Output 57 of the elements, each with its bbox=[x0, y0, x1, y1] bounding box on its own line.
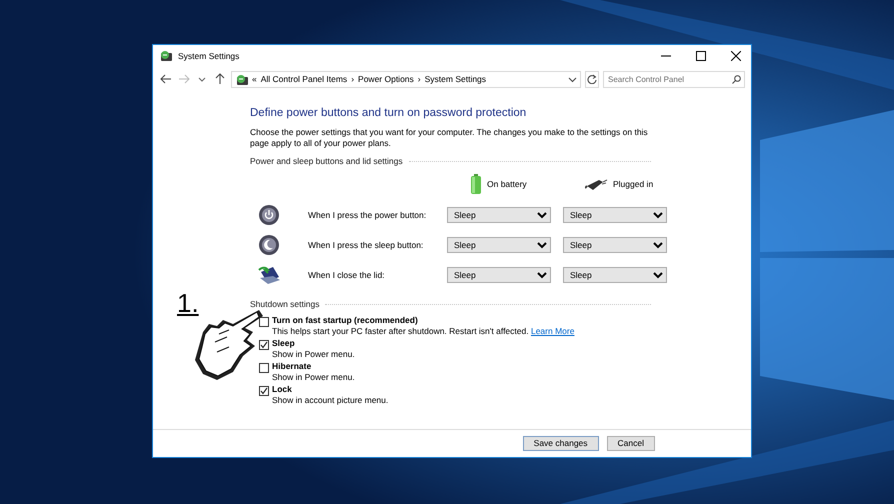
cancel-button[interactable]: Cancel bbox=[606, 436, 655, 451]
window-title: System Settings bbox=[178, 50, 240, 62]
column-header: Plugged in bbox=[613, 178, 654, 190]
refresh-icon bbox=[587, 74, 597, 84]
refresh-button[interactable] bbox=[585, 70, 599, 88]
learn-more-link[interactable]: Learn More bbox=[530, 326, 574, 336]
action-dropdown[interactable]: Sleep bbox=[447, 267, 551, 284]
checkbox[interactable] bbox=[259, 386, 269, 396]
breadcrumb-item[interactable]: System Settings bbox=[424, 72, 486, 86]
control-panel-icon bbox=[159, 49, 173, 63]
option-description: This helps start your PC faster after shutdown. Restart isn't affected. Learn More bbox=[272, 326, 574, 337]
power-icon bbox=[258, 204, 280, 226]
checkmark-icon bbox=[260, 340, 268, 349]
breadcrumb-separator: › bbox=[351, 72, 354, 86]
maximize-icon bbox=[696, 51, 706, 61]
control-panel-icon bbox=[235, 72, 248, 86]
laptop-icon bbox=[258, 264, 280, 286]
search-icon bbox=[732, 74, 741, 84]
option-description: Show in account picture menu. bbox=[272, 395, 388, 406]
step-number: 1. bbox=[177, 290, 199, 316]
option-label: Sleep bbox=[272, 338, 296, 349]
checkmark-icon bbox=[260, 387, 268, 396]
option-label: Lock bbox=[272, 384, 293, 396]
breadcrumb-overflow[interactable]: « bbox=[252, 72, 257, 86]
save-button[interactable]: Save changes bbox=[522, 436, 599, 451]
section-title: Power and sleep buttons and lid settings bbox=[250, 155, 403, 168]
action-dropdown[interactable]: Sleep bbox=[563, 237, 667, 254]
checkbox[interactable] bbox=[259, 340, 269, 350]
back-button[interactable] bbox=[159, 72, 173, 86]
close-icon bbox=[731, 51, 741, 61]
option-description: Show in Power menu. bbox=[272, 348, 355, 360]
section-title: Shutdown settings bbox=[250, 298, 320, 311]
address-bar[interactable]: « All Control Panel Items › Power Options › System Settings bbox=[231, 70, 581, 88]
column-header: On battery bbox=[487, 178, 527, 190]
setting-label: When I press the power button: bbox=[308, 208, 428, 222]
breadcrumb-item[interactable]: All Control Panel Items bbox=[260, 72, 348, 86]
dropdown-icon[interactable] bbox=[568, 74, 577, 84]
action-dropdown[interactable]: Sleep bbox=[563, 207, 667, 224]
action-dropdown[interactable]: Sleep bbox=[447, 207, 551, 224]
battery-icon bbox=[469, 174, 483, 194]
up-button[interactable] bbox=[213, 72, 227, 86]
breadcrumb-item[interactable]: Power Options bbox=[358, 72, 414, 86]
breadcrumb-separator: › bbox=[418, 72, 421, 86]
up-icon bbox=[213, 72, 227, 86]
moon-icon bbox=[258, 234, 280, 256]
setting-label: When I press the sleep button: bbox=[308, 238, 424, 252]
option-description: Show in Power menu. bbox=[272, 372, 355, 384]
forward-icon bbox=[177, 72, 191, 86]
setting-label: When I close the lid: bbox=[308, 268, 386, 282]
action-dropdown[interactable]: Sleep bbox=[447, 237, 551, 254]
search-field[interactable]: Search Control Panel bbox=[603, 70, 745, 88]
option-label: Turn on fast startup (recommended) bbox=[272, 314, 419, 326]
action-dropdown[interactable]: Sleep bbox=[563, 267, 667, 284]
description-text: Choose the power settings that you want for your computer. The changes you make to the settings on this page apply to all of your power plans. bbox=[250, 127, 649, 150]
back-icon bbox=[159, 72, 173, 86]
option-label: Hibernate bbox=[272, 361, 312, 372]
page-heading: Define power buttons and turn on password protection bbox=[250, 106, 528, 121]
